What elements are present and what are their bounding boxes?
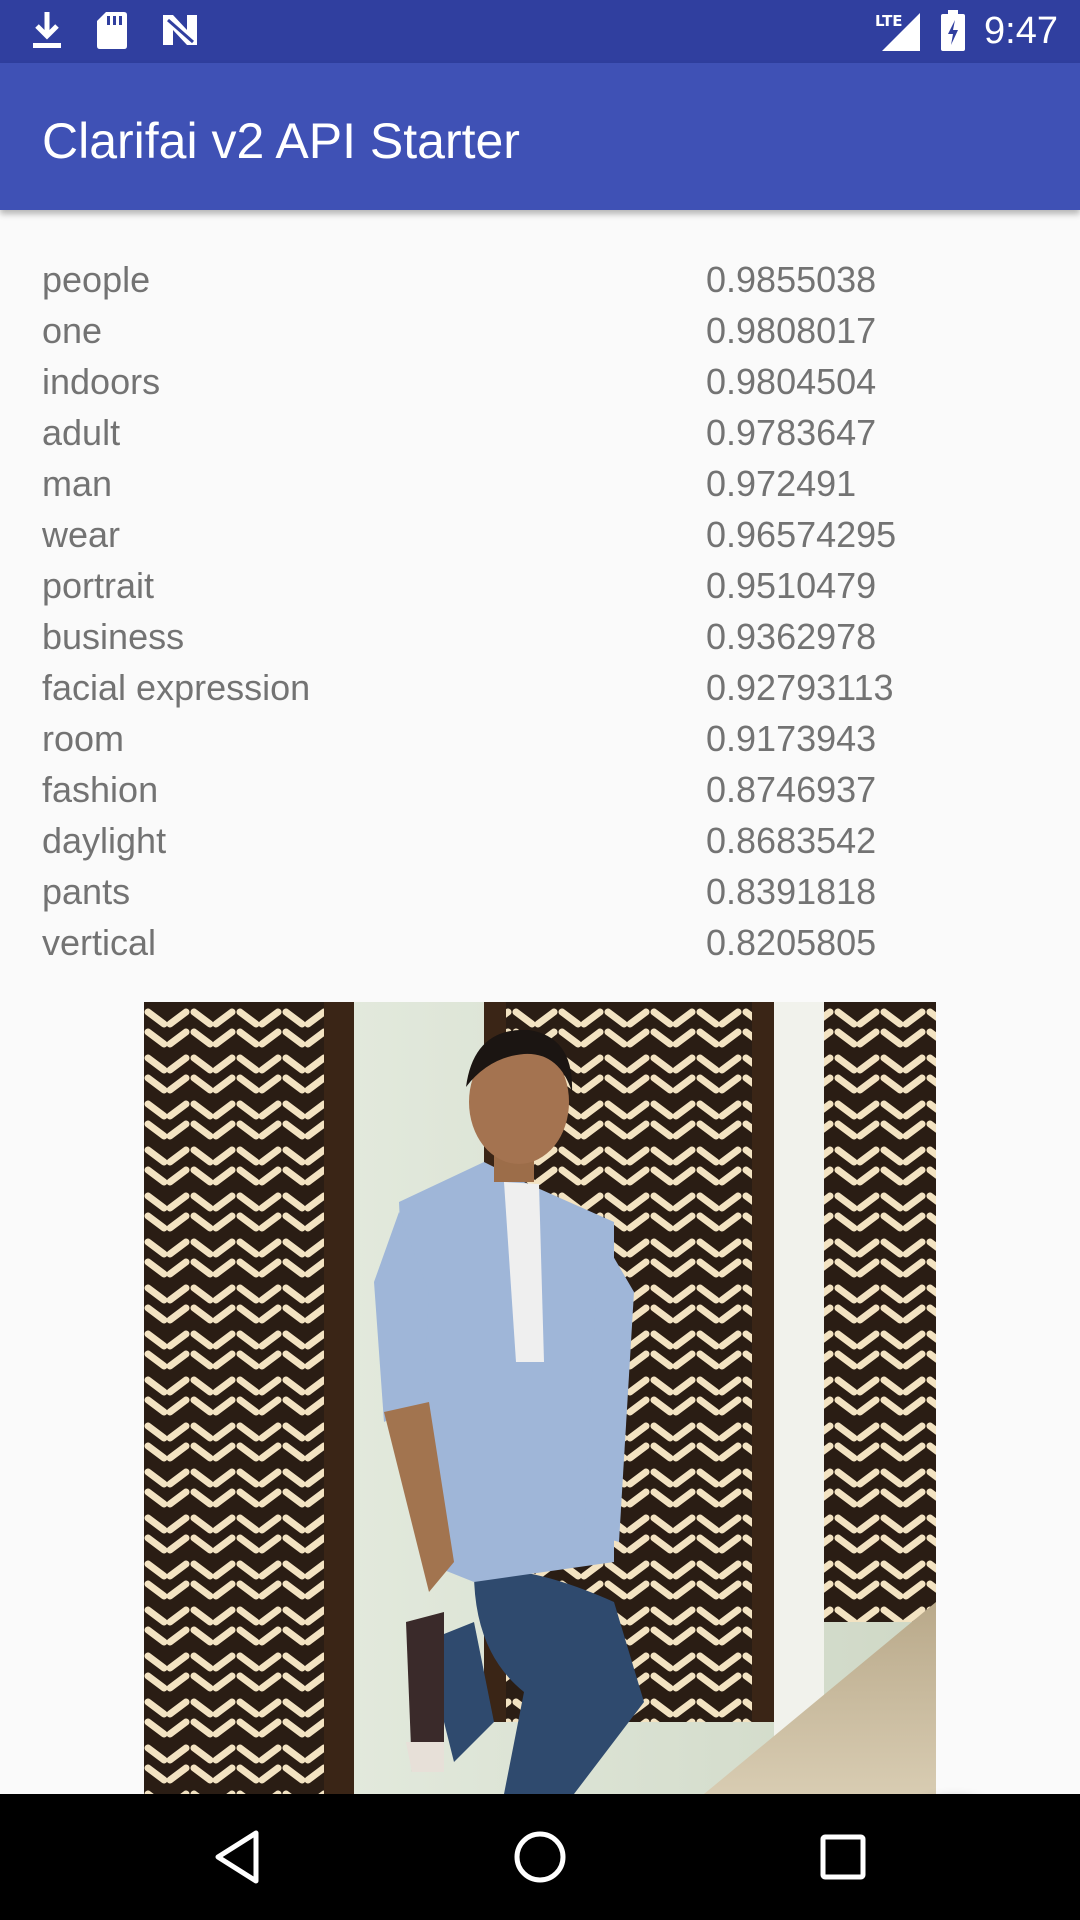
tag-score: 0.9362978 [706, 616, 877, 657]
tag-row: room 0.9173943 [42, 713, 1042, 764]
n-logo-icon [163, 15, 197, 45]
tag-name: wear [42, 514, 121, 555]
tag-score: 0.8683542 [706, 820, 877, 861]
download-icon [33, 12, 61, 48]
tag-score: 0.9804504 [706, 361, 877, 402]
tag-score: 0.9783647 [706, 412, 877, 453]
tag-name: people [42, 259, 151, 300]
tag-list: people 0.9855038 one 0.9808017 indoors 0.98… [42, 254, 1042, 968]
home-icon [514, 1831, 566, 1883]
tag-row: daylight 0.8683542 [42, 815, 1042, 866]
back-button[interactable] [202, 1822, 272, 1892]
home-button[interactable] [505, 1822, 575, 1892]
app-title: Clarifai v2 API Starter [42, 113, 520, 169]
tag-score: 0.972491 [706, 463, 857, 504]
tag-score: 0.92793113 [706, 667, 894, 708]
svg-text:LTE: LTE [875, 12, 903, 30]
tag-score: 0.9173943 [706, 718, 877, 759]
tag-name: indoors [42, 361, 161, 402]
app-bar: Clarifai v2 API Starter [0, 63, 1080, 210]
recents-icon [820, 1834, 866, 1880]
tag-name: fashion [42, 769, 159, 810]
tag-score: 0.9808017 [706, 310, 877, 351]
tag-row: business 0.9362978 [42, 611, 1042, 662]
tag-name: adult [42, 412, 121, 453]
tag-name: man [42, 463, 113, 504]
content-area[interactable]: people 0.9855038 one 0.9808017 indoors 0.98… [0, 210, 1080, 1794]
tag-score: 0.8205805 [706, 922, 877, 963]
tag-score: 0.9510479 [706, 565, 877, 606]
tag-name: room [42, 718, 125, 759]
tag-score: 0.96574295 [706, 514, 897, 555]
tag-row: man 0.972491 [42, 458, 1042, 509]
tag-row: one 0.9808017 [42, 305, 1042, 356]
tag-row: people 0.9855038 [42, 254, 1042, 305]
status-bar: LTE 9:47 [0, 0, 1080, 63]
analyzed-photo [144, 1002, 936, 1794]
tag-row: fashion 0.8746937 [42, 764, 1042, 815]
tag-row: wear 0.96574295 [42, 509, 1042, 560]
signal-icon: LTE [875, 12, 921, 51]
battery-icon [941, 10, 966, 51]
tag-name: portrait [42, 565, 155, 606]
recents-button[interactable] [808, 1822, 878, 1892]
tag-row: vertical 0.8205805 [42, 917, 1042, 968]
tag-name: facial expression [42, 667, 311, 708]
status-time: 9:47 [984, 10, 1058, 52]
back-icon [215, 1830, 259, 1884]
tag-score: 0.8746937 [706, 769, 877, 810]
tag-name: pants [42, 871, 131, 912]
sd-card-icon [97, 12, 127, 49]
tag-name: daylight [42, 820, 167, 861]
tag-row: adult 0.9783647 [42, 407, 1042, 458]
tag-row: indoors 0.9804504 [42, 356, 1042, 407]
tag-score: 0.9855038 [706, 259, 877, 300]
tag-row: pants 0.8391818 [42, 866, 1042, 917]
tag-row: facial expression 0.92793113 [42, 662, 1042, 713]
tag-name: vertical [42, 922, 157, 963]
tag-name: one [42, 310, 103, 351]
tag-score: 0.8391818 [706, 871, 877, 912]
tag-name: business [42, 616, 185, 657]
tag-row: portrait 0.9510479 [42, 560, 1042, 611]
navigation-bar [0, 1794, 1080, 1920]
